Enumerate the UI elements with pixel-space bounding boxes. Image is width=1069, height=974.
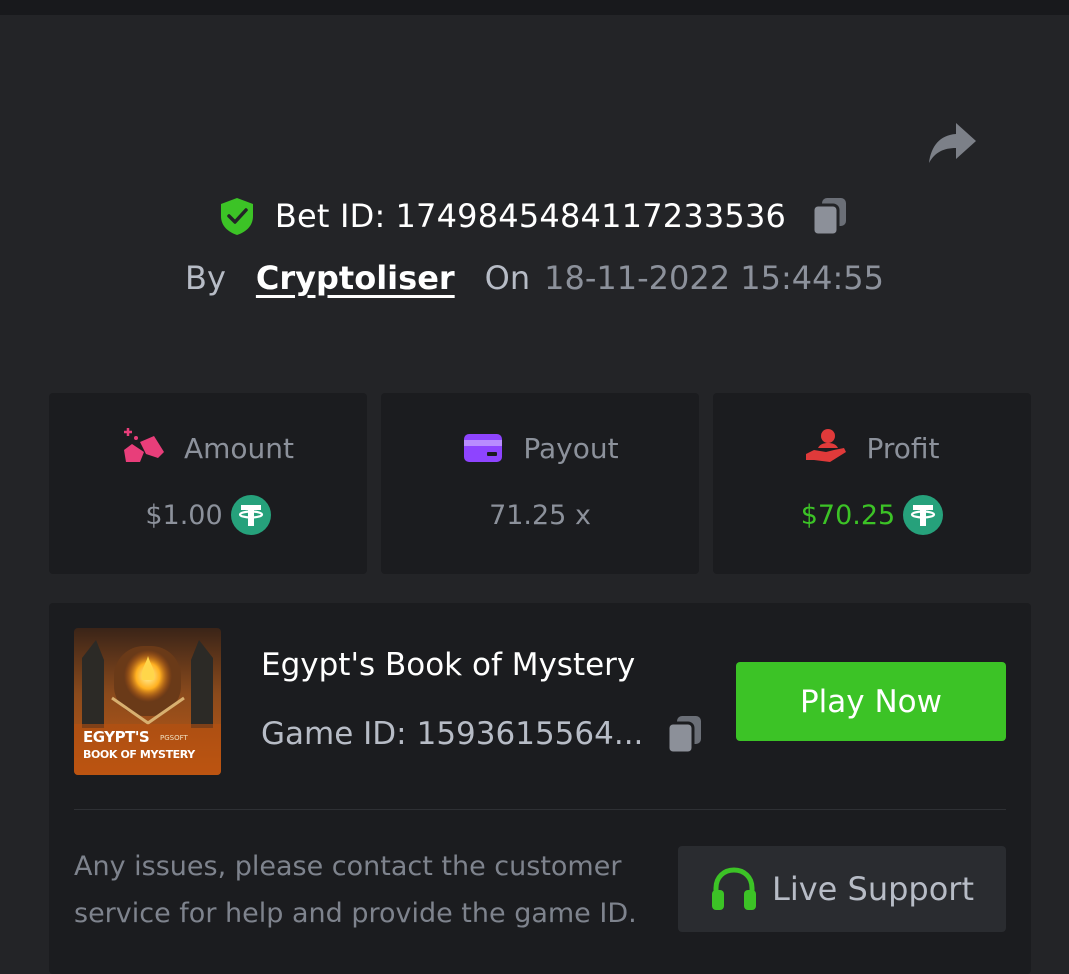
game-id-row: Game ID: 1593615564... (261, 711, 707, 757)
payout-label: Payout (523, 431, 619, 465)
tether-coin-icon (903, 495, 944, 535)
payout-value: 71.25 x (489, 499, 591, 531)
share-icon (926, 119, 978, 165)
thumb-title-line2: BOOK OF MYSTERY (83, 748, 195, 761)
profit-hand-icon (804, 428, 848, 468)
live-support-label: Live Support (771, 870, 974, 908)
play-now-button[interactable]: Play Now (736, 662, 1006, 741)
game-thumbnail[interactable]: EGYPT'S PGSOFT BOOK OF MYSTERY (74, 628, 221, 775)
bet-meta-row: By Cryptoliser On 18-11-2022 15:44:55 (0, 252, 1069, 304)
amount-icon (122, 428, 166, 468)
profit-card: Profit $70.25 (713, 393, 1031, 574)
tether-coin-icon (230, 495, 271, 535)
divider (74, 809, 1006, 810)
copy-game-id-icon[interactable] (663, 712, 707, 756)
card-icon (461, 428, 505, 468)
top-bar (0, 0, 1069, 15)
username-link[interactable]: Cryptoliser (256, 259, 455, 297)
amount-label: Amount (183, 431, 295, 465)
headset-icon (710, 866, 758, 912)
bet-id-label: Bet ID: (274, 197, 386, 235)
payout-card: Payout 71.25 x (381, 393, 699, 574)
profit-label: Profit (866, 431, 940, 465)
bet-id-row: Bet ID: 1749845484117233536 (0, 190, 1069, 242)
share-button[interactable] (924, 116, 980, 168)
verified-shield-icon (217, 196, 257, 236)
by-label: By (185, 259, 226, 297)
bet-id-value: 1749845484117233536 (395, 197, 787, 235)
thumb-title-line1: EGYPT'S (83, 728, 150, 746)
profit-value: $70.25 (800, 499, 896, 531)
bet-datetime: 18-11-2022 15:44:55 (544, 259, 884, 297)
copy-bet-id-icon[interactable] (808, 194, 852, 238)
game-name: Egypt's Book of Mystery (261, 647, 636, 683)
live-support-button[interactable]: Live Support (678, 846, 1006, 932)
amount-value: $1.00 (145, 499, 223, 531)
game-id-label: Game ID: (261, 716, 407, 752)
on-label: On (484, 259, 531, 297)
amount-card: Amount $1.00 (49, 393, 367, 574)
support-help-text: Any issues, please contact the customer … (74, 851, 637, 929)
thumb-brand: PGSOFT (160, 734, 188, 742)
game-card: EGYPT'S PGSOFT BOOK OF MYSTERY Egypt's B… (49, 603, 1031, 974)
game-id-value: 1593615564... (416, 716, 644, 752)
